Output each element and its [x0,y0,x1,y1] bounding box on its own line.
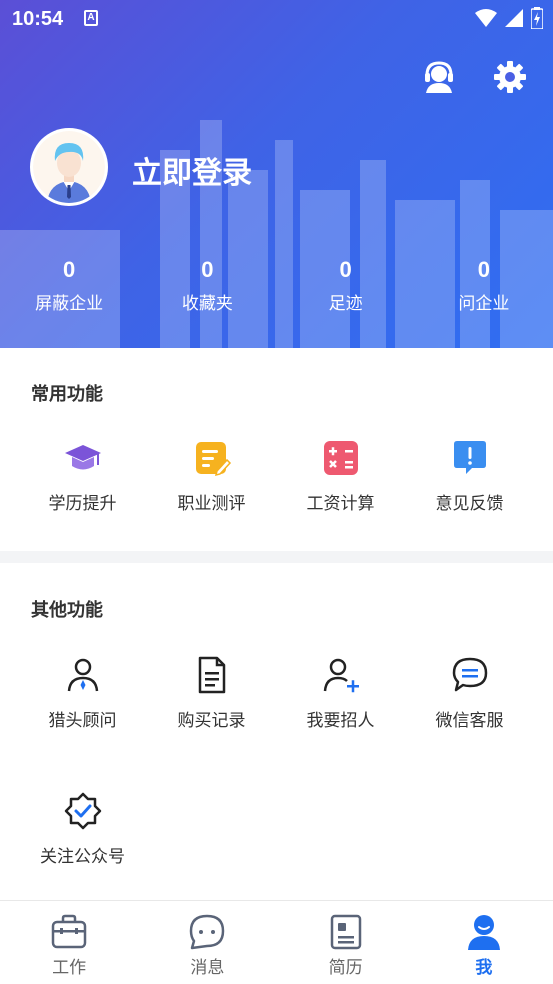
common-functions-card: 常用功能 学历提升 职业测评 工资计算 意见反馈 [0,348,553,551]
status-time: 10:54 [12,8,64,30]
stat-ask-company[interactable]: 0 问企业 [415,255,553,314]
section-title: 其他功能 [31,600,103,621]
briefcase-icon [51,914,87,949]
other-functions-grid: 猎头顾问 购买记录 我要招人 微信客服 关注公众号 [0,655,553,927]
item-label: 关注公众号 [40,847,125,867]
nav-item-work[interactable]: 工作 [0,901,138,984]
item-purchase-records[interactable]: 购买记录 [147,655,276,731]
stat-label: 屏蔽企业 [35,294,104,314]
section-title: 常用功能 [31,384,103,405]
wifi-icon [475,9,497,27]
add-user-icon [323,658,359,693]
common-functions-grid: 学历提升 职业测评 工资计算 意见反馈 [0,438,553,574]
settings-gear-icon[interactable] [493,60,527,94]
nav-item-me[interactable]: 我 [415,901,553,984]
stat-label: 收藏夹 [181,294,233,314]
verified-badge-icon [64,792,101,830]
stat-value: 0 [477,257,490,282]
login-link[interactable]: 立即登录 [132,148,252,192]
profile-icon [467,915,500,950]
calculator-icon [323,441,358,475]
item-label: 猎头顾问 [48,711,117,731]
default-avatar-icon [33,131,105,203]
signal-icon [505,9,523,27]
item-label: 职业测评 [177,494,246,514]
item-hire-people[interactable]: 我要招人 [276,655,405,731]
nav-label: 简历 [328,958,363,978]
stat-value: 0 [63,257,76,282]
stat-value: 0 [201,257,214,282]
item-feedback[interactable]: 意见反馈 [405,438,534,514]
status-icons [475,7,543,29]
status-bar: 10:54 A [0,0,553,36]
edit-note-icon [195,442,231,477]
nav-item-resume[interactable]: 简历 [277,901,415,984]
stat-label: 问企业 [458,294,510,314]
resume-icon [330,914,361,950]
item-wechat-service[interactable]: 微信客服 [405,655,534,731]
other-functions-card: 其他功能 猎头顾问 购买记录 我要招人 微信客服 关注公众号 [0,563,553,900]
item-follow-official-account[interactable]: 关注公众号 [18,791,147,867]
item-education-upgrade[interactable]: 学历提升 [18,438,147,514]
item-headhunter-consultant[interactable]: 猎头顾问 [18,655,147,731]
battery-icon [531,7,543,29]
nav-label: 工作 [52,958,87,978]
message-icon [190,914,225,950]
item-label: 微信客服 [435,711,504,731]
item-label: 我要招人 [306,711,375,731]
item-label: 购买记录 [177,711,246,731]
stat-favorites[interactable]: 0 收藏夹 [138,255,276,314]
item-label: 意见反馈 [435,494,504,514]
document-icon [198,656,225,694]
stat-blocked-companies[interactable]: 0 屏蔽企业 [0,255,138,314]
item-label: 工资计算 [306,494,375,514]
stat-footprints[interactable]: 0 足迹 [277,255,415,314]
nav-item-messages[interactable]: 消息 [138,901,276,984]
notification-icon: A [84,10,98,26]
stat-value: 0 [339,257,352,282]
stats-row: 0 屏蔽企业 0 收藏夹 0 足迹 0 问企业 [0,255,553,314]
profile-header: 10:54 A 立即登录 0 屏蔽企业 0 收藏夹 0 足迹 0 问企业 [0,0,553,348]
item-label: 学历提升 [48,494,117,514]
consultant-icon [67,658,98,692]
item-salary-calculator[interactable]: 工资计算 [276,438,405,514]
nav-label: 我 [475,958,493,978]
feedback-icon [453,441,486,474]
graduation-cap-icon [64,445,101,470]
chat-icon [452,657,487,692]
nav-label: 消息 [190,958,225,978]
customer-service-icon[interactable] [422,60,456,94]
stat-label: 足迹 [328,294,363,314]
item-career-assessment[interactable]: 职业测评 [147,438,276,514]
avatar[interactable] [30,128,108,206]
bottom-nav: 工作 消息 简历 我 [0,900,553,984]
